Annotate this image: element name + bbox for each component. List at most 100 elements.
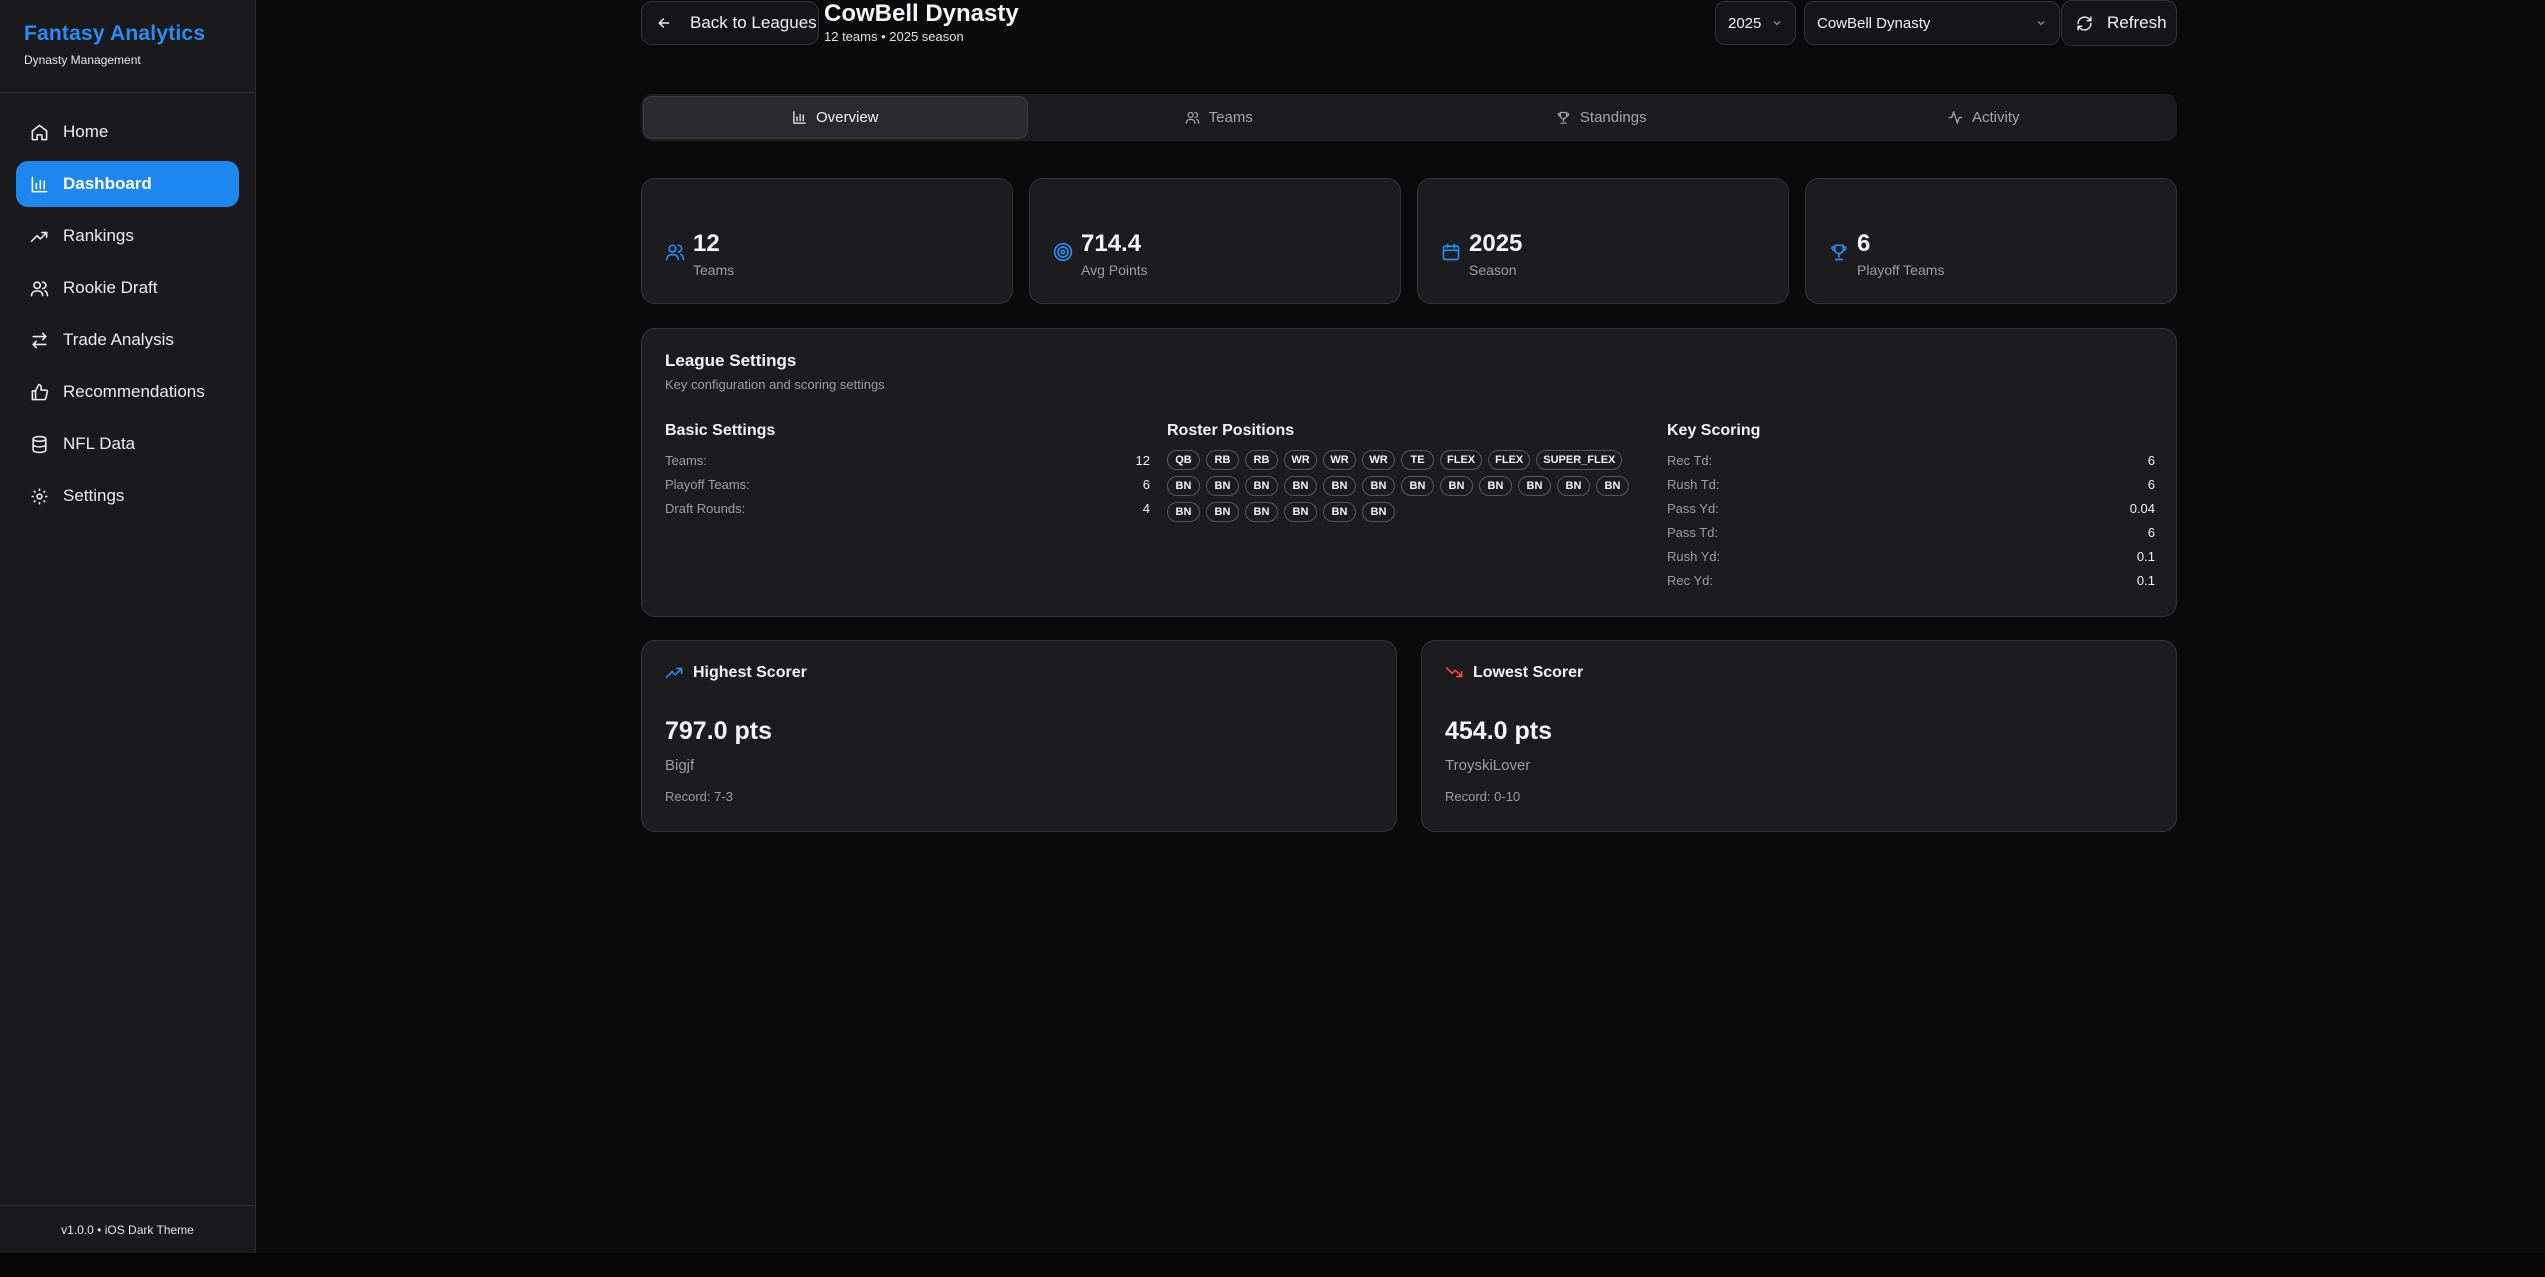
scoring-key: Pass Td: [1667,525,1719,540]
season-select-value: 2025 [1728,14,1762,32]
sidebar-item-trade-analysis[interactable]: Trade Analysis [16,317,239,363]
roster-position-badge: BN [1518,476,1551,496]
refresh-button[interactable]: Refresh [2061,0,2177,46]
key-scoring-title: Key Scoring [1667,422,1761,439]
roster-position-badge: WR [1323,450,1356,470]
refresh-icon [2077,15,2092,31]
stat-card-teams: 12 Teams [641,178,1013,304]
sidebar-nav: Home Dashboard Rankings Rookie Draft Tra… [0,93,255,519]
stat-label: Avg Points [1081,262,1148,278]
page-title: CowBell Dynasty [824,0,1019,27]
thumbs-up-icon [31,383,49,400]
roster-position-badge: BN [1284,502,1317,522]
setting-key: Teams: [665,453,707,468]
roster-position-badge: BN [1479,476,1512,496]
roster-position-badge: BN [1206,502,1239,522]
roster-position-badge: RB [1206,450,1239,470]
trophy-icon [1831,244,1847,261]
database-icon [32,435,47,453]
stat-label: Season [1469,262,1517,278]
lowest-scorer-header: Lowest Scorer [1445,663,1583,682]
target-icon [1053,242,1073,262]
chevron-down-icon [2037,21,2045,26]
lowest-scorer-name: TroyskiLover [1445,757,1531,774]
sidebar-item-dashboard[interactable]: Dashboard [16,161,239,207]
roster-positions-list: QB RB RB WR WR WR TE FLEX FLEX SUPER_FLE… [1167,450,1657,522]
tab-activity[interactable]: Activity [1793,96,2176,139]
header: Back to Leagues CowBell Dynasty 12 teams… [641,0,2177,46]
basic-setting-row: Draft Rounds: 4 [665,501,1150,525]
scoring-key: Rec Td: [1667,453,1713,468]
back-to-leagues-button[interactable]: Back to Leagues [641,1,819,45]
league-settings-description: Key configuration and scoring settings [665,377,885,392]
roster-position-badge: BN [1206,476,1239,496]
roster-position-badge: BN [1323,502,1356,522]
roster-position-badge: TE [1401,450,1434,470]
basic-setting-row: Teams: 12 [665,453,1150,477]
tab-overview[interactable]: Overview [643,96,1028,139]
scoring-row: Pass Yd: 0.04 [1667,501,2155,525]
sidebar-item-recommendations[interactable]: Recommendations [16,369,239,415]
tab-standings[interactable]: Standings [1410,96,1793,139]
brand-subtitle: Dynasty Management [24,53,141,67]
sidebar-item-rankings[interactable]: Rankings [16,213,239,259]
roster-positions-title: Roster Positions [1167,422,1295,439]
setting-value: 6 [1142,477,1150,492]
setting-value: 4 [1142,501,1150,516]
basic-setting-row: Playoff Teams: 6 [665,477,1150,501]
roster-position-badge: BN [1167,476,1200,496]
highest-scorer-header: Highest Scorer [665,663,807,682]
scoring-key: Rec Yd: [1667,573,1714,588]
scoring-value: 6 [2147,477,2155,492]
roster-position-badge: BN [1596,476,1629,496]
trending-up-icon [665,667,683,679]
tab-teams[interactable]: Teams [1028,96,1411,139]
sidebar-item-settings[interactable]: Settings [16,473,239,519]
brand-title[interactable]: Fantasy Analytics [24,22,231,46]
lowest-scorer-card: Lowest Scorer 454.0 pts TroyskiLover Rec… [1421,640,2177,832]
stat-value: 714.4 [1081,230,1142,257]
season-select[interactable]: 2025 [1715,1,1796,45]
scoring-value: 6 [2147,453,2155,468]
scoring-row: Rec Td: 6 [1667,453,2155,477]
sidebar-item-label: Rankings [63,226,134,245]
tab-label: Teams [1208,109,1253,126]
roster-position-badge: BN [1245,476,1278,496]
league-settings-title: League Settings [665,351,797,370]
back-button-label: Back to Leagues [690,13,817,32]
bar-chart-icon [793,111,806,124]
sidebar-item-home[interactable]: Home [16,109,239,155]
roster-position-badge: BN [1245,502,1278,522]
scoring-row: Rec Yd: 0.1 [1667,573,2155,597]
scoring-key: Rush Td: [1667,477,1720,492]
league-select[interactable]: CowBell Dynasty [1804,1,2060,45]
bottom-strip [0,1253,2545,1277]
highest-scorer-title: Highest Scorer [693,663,807,681]
sidebar-item-label: Rookie Draft [63,278,158,297]
chevron-down-icon [1773,21,1781,26]
setting-key: Playoff Teams: [665,477,750,492]
trending-up-icon [30,231,48,242]
swap-arrows-icon [32,332,47,348]
basic-settings-list: Teams: 12 Playoff Teams: 6 Draft Rounds: 4 [665,453,1150,525]
scoring-row: Rush Td: 6 [1667,477,2155,501]
home-icon [31,124,48,140]
sidebar-item-label: Trade Analysis [63,330,174,349]
activity-icon [1948,111,1963,124]
roster-position-badge: FLEX [1488,450,1531,470]
key-scoring-list: Rec Td: 6 Rush Td: 6 Pass Yd: 0.04 Pass Td:… [1667,453,2155,597]
refresh-label: Refresh [2107,13,2167,32]
stat-card-avg-points: 714.4 Avg Points [1029,178,1401,304]
scoring-value: 6 [2147,525,2155,540]
sidebar-item-rookie-draft[interactable]: Rookie Draft [16,265,239,311]
roster-position-badge: SUPER_FLEX [1536,450,1623,470]
roster-position-badge: BN [1284,476,1317,496]
sidebar-item-label: Home [63,122,109,141]
bar-chart-icon [31,176,48,192]
scoring-row: Rush Yd: 0.1 [1667,549,2155,573]
scoring-value: 0.1 [2136,573,2155,588]
roster-position-badge: BN [1167,502,1200,522]
roster-position-badge: BN [1362,476,1395,496]
sidebar-item-nfl-data[interactable]: NFL Data [16,421,239,467]
highest-scorer-record: Record: 7-3 [665,789,733,804]
